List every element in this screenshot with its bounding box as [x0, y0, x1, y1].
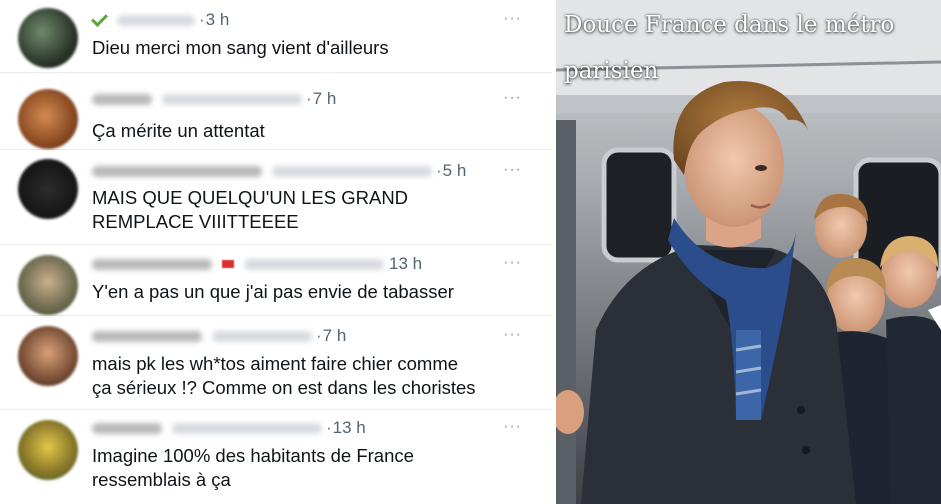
avatar[interactable] — [18, 89, 78, 149]
blurred-handle — [162, 93, 302, 105]
photo-caption-line-2: parisien — [564, 58, 659, 84]
blurred-handle — [244, 258, 384, 270]
reply-1[interactable]: · 3 h ··· Dieu merci mon sang vient d'ai… — [0, 0, 552, 73]
reply-time[interactable]: 13 h — [333, 418, 366, 438]
blurred-name — [92, 330, 202, 342]
reply-time[interactable]: 13 h — [389, 254, 422, 274]
reply-meta: · 3 h — [91, 9, 230, 30]
reply-text: Y'en a pas un que j'ai pas envie de taba… — [92, 281, 454, 302]
avatar[interactable] — [18, 326, 78, 386]
blurred-name — [92, 93, 152, 105]
reply-time[interactable]: 7 h — [323, 326, 347, 346]
more-options-icon[interactable]: ··· — [503, 254, 522, 272]
reply-meta: · 13 h — [92, 418, 366, 438]
blurred-handle — [212, 330, 312, 342]
reply-text: Ça mérite un attentat — [92, 120, 265, 141]
blurred-name — [92, 422, 162, 434]
reply-text: Dieu merci mon sang vient d'ailleurs — [92, 37, 389, 58]
reply-4[interactable]: 13 h ··· Y'en a pas un que j'ai pas envi… — [0, 245, 552, 316]
reply-6[interactable]: · 13 h ··· Imagine 100% des habitants de… — [0, 410, 552, 504]
reply-5[interactable]: · 7 h ··· mais pk les wh*tos aiment fair… — [0, 316, 552, 410]
more-options-icon[interactable]: ··· — [503, 326, 522, 344]
reply-meta: 13 h — [92, 254, 422, 274]
avatar[interactable] — [18, 159, 78, 219]
blurred-name — [92, 258, 212, 270]
reply-time[interactable]: 3 h — [206, 10, 230, 30]
reply-meta: · 7 h — [92, 326, 346, 346]
reply-meta: · 7 h — [92, 89, 336, 109]
blurred-name — [92, 165, 262, 177]
more-options-icon[interactable]: ··· — [503, 89, 522, 107]
more-options-icon[interactable]: ··· — [503, 161, 522, 179]
more-options-icon[interactable]: ··· — [503, 418, 522, 436]
blurred-handle — [272, 165, 432, 177]
reply-text: mais pk les wh*tos aiment faire chier co… — [92, 353, 476, 398]
avatar[interactable] — [18, 255, 78, 315]
photo-caption-line-1: Douce France dans le métro — [564, 12, 895, 38]
reply-feed: · 3 h ··· Dieu merci mon sang vient d'ai… — [0, 0, 552, 504]
avatar[interactable] — [18, 420, 78, 480]
blurred-handle — [117, 14, 195, 26]
flag-icon — [222, 260, 234, 268]
reply-time[interactable]: 5 h — [443, 161, 467, 181]
more-options-icon[interactable]: ··· — [503, 10, 522, 28]
reply-text: Imagine 100% des habitants de France res… — [92, 445, 414, 490]
reply-3[interactable]: · 5 h ··· MAIS QUE QUELQU'UN LES GRAND R… — [0, 150, 552, 245]
checkmark-icon — [91, 9, 108, 27]
reply-meta: · 5 h — [92, 161, 466, 181]
reply-2[interactable]: · 7 h ··· Ça mérite un attentat — [0, 73, 552, 150]
avatar[interactable] — [18, 8, 78, 68]
blurred-handle — [172, 422, 322, 434]
reply-text: MAIS QUE QUELQU'UN LES GRAND REMPLACE VI… — [92, 187, 409, 232]
metro-photo: Douce France dans le métro parisien — [556, 0, 941, 504]
reply-time[interactable]: 7 h — [313, 89, 337, 109]
